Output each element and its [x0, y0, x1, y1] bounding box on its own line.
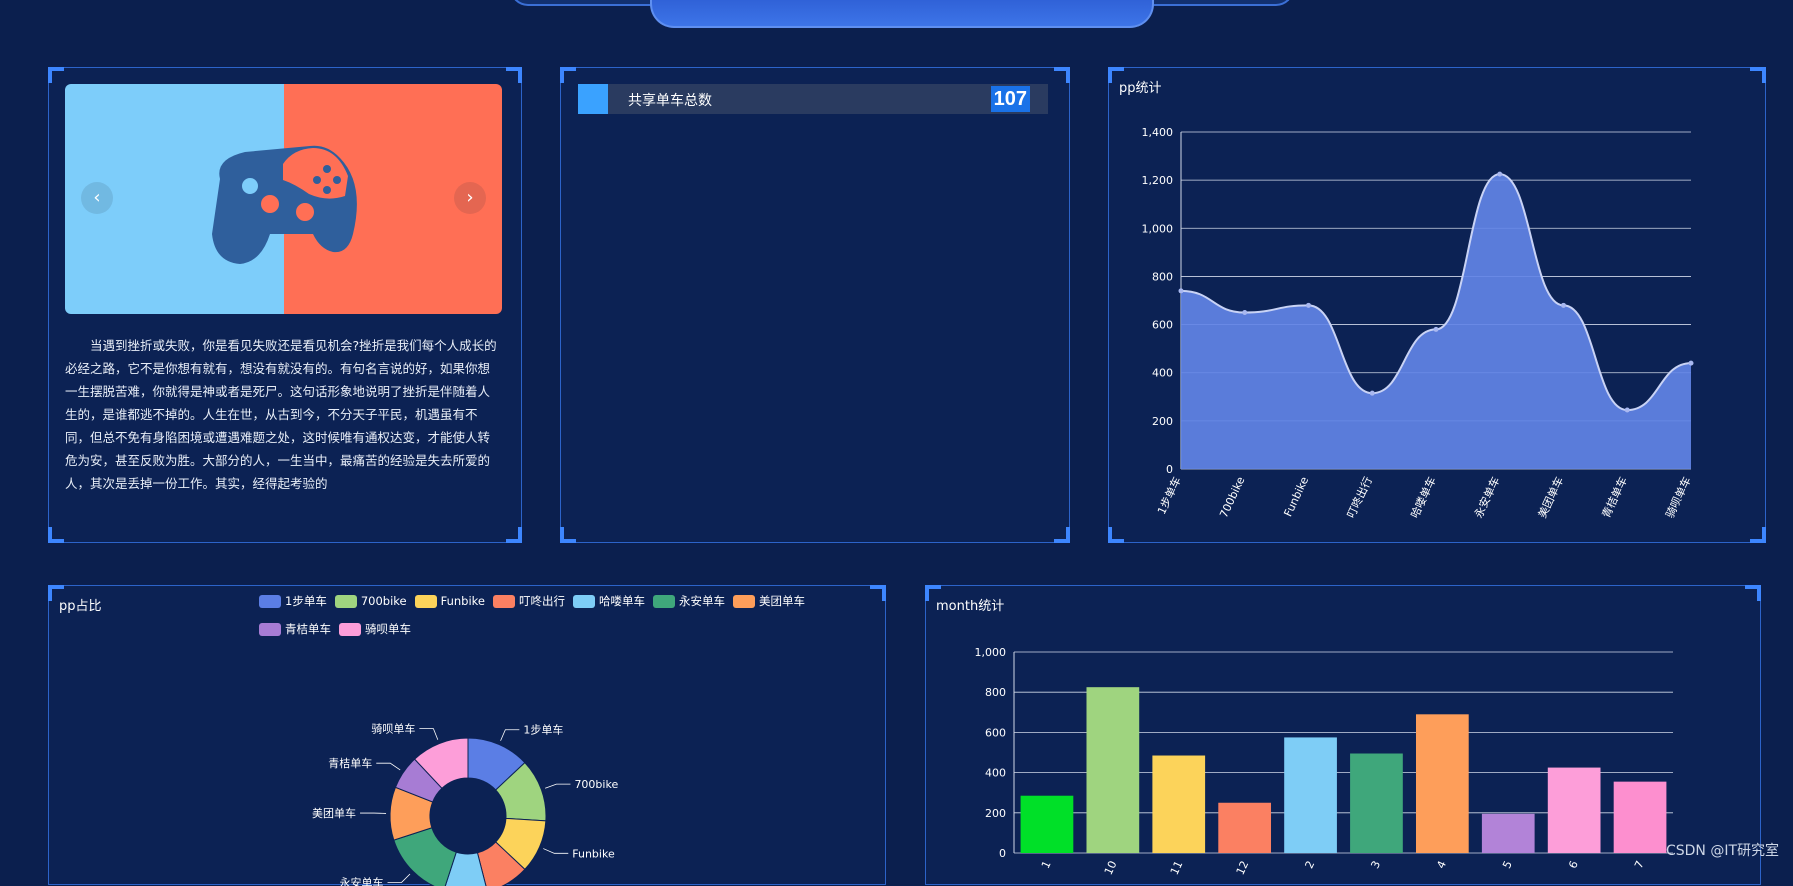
pie-callout-label: 1步单车 — [523, 723, 563, 737]
y-tick-label: 400 — [1152, 367, 1173, 380]
header-title-plate — [650, 0, 1154, 28]
y-tick-label: 800 — [1152, 270, 1173, 283]
callout-line — [501, 730, 520, 741]
x-tick-label: 美团单车 — [1535, 474, 1566, 520]
y-tick-label: 0 — [999, 847, 1006, 860]
pp-pie-chart-panel: pp占比 1步单车700bikeFunbike叮咚出行哈喽单车永安单车美团单车青… — [48, 585, 886, 885]
x-tick-label: 哈喽单车 — [1407, 474, 1438, 520]
x-tick-label: 1步单车 — [1154, 474, 1184, 516]
data-point — [1561, 303, 1566, 308]
x-tick-label: 叮咚出行 — [1344, 474, 1375, 520]
corner-decoration — [560, 67, 576, 83]
y-tick-label: 800 — [985, 686, 1006, 699]
bar — [1218, 803, 1271, 853]
pie-callout-label: 美团单车 — [312, 806, 356, 820]
corner-decoration — [560, 527, 576, 543]
corner-decoration — [48, 527, 64, 543]
y-tick-label: 600 — [985, 726, 1006, 739]
y-tick-label: 200 — [1152, 415, 1173, 428]
x-tick-label: 1 — [1039, 859, 1054, 871]
callout-line — [545, 784, 570, 788]
corner-decoration — [506, 527, 522, 543]
carousel-panel: ‹ › 当遇到挫折或失败，你是看见失败还是看见机会?挫折是我们每个人成长的必经之… — [48, 67, 522, 543]
x-tick-label: 骑呗单车 — [1662, 474, 1693, 520]
pie-callout-label: 青桔单车 — [328, 756, 372, 770]
callout-line — [388, 874, 410, 882]
bar — [1614, 782, 1667, 853]
image-carousel[interactable]: ‹ › — [65, 84, 502, 314]
y-tick-label: 0 — [1166, 463, 1173, 476]
x-tick-label: 永安单车 — [1471, 474, 1502, 520]
x-tick-label: 5 — [1500, 859, 1515, 871]
y-tick-label: 1,000 — [1142, 222, 1174, 235]
x-tick-label: 青桔单车 — [1599, 474, 1630, 520]
pp-pie-chart: 1步单车 700bike Funbike 永安单车 美团单车 青桔单车 骑呗单车 — [49, 586, 887, 886]
data-point — [1497, 172, 1502, 177]
bar — [1350, 754, 1403, 853]
article-text: 当遇到挫折或失败，你是看见失败还是看见机会?挫折是我们每个人成长的必经之路，它不… — [65, 334, 502, 494]
pie-callout-label: Funbike — [572, 847, 615, 860]
stat-value: 107 — [991, 86, 1030, 112]
x-tick-label: Funbike — [1281, 475, 1311, 519]
pp-area-chart: 0 200 400 600 800 1,000 1,200 1,400 1步单车 700bike F… — [1109, 68, 1767, 544]
corner-decoration — [506, 67, 522, 83]
x-tick-label: 3 — [1368, 859, 1383, 871]
bar — [1152, 756, 1205, 853]
bar — [1284, 737, 1337, 853]
bar — [1482, 814, 1535, 853]
data-point — [1370, 391, 1375, 396]
gamepad-illustration — [65, 84, 502, 314]
y-tick-label: 1,400 — [1142, 126, 1174, 139]
month-bar-chart: 02004006008001,0001101112234567 — [926, 586, 1762, 886]
watermark: CSDN @IT研究室 — [1666, 840, 1779, 860]
carousel-prev-button[interactable]: ‹ — [81, 182, 113, 214]
stat-marker-icon — [578, 84, 608, 114]
stat-panel: 共享单车总数 107 — [560, 67, 1070, 543]
callout-line — [543, 849, 568, 854]
bar — [1416, 714, 1469, 853]
y-tick-label: 600 — [1152, 319, 1173, 332]
pie-callout-label: 骑呗单车 — [371, 722, 415, 736]
y-tick-label: 1,200 — [1142, 174, 1174, 187]
x-tick-label: 4 — [1434, 859, 1449, 871]
data-point — [1434, 327, 1439, 332]
y-tick-label: 200 — [985, 807, 1006, 820]
x-tick-label: 6 — [1566, 859, 1581, 871]
bike-total-stat: 共享单车总数 107 — [578, 84, 1048, 114]
x-tick-label: 700bike — [1217, 475, 1247, 520]
stat-label: 共享单车总数 — [628, 90, 712, 110]
y-tick-label: 1,000 — [975, 646, 1007, 659]
data-point — [1242, 310, 1247, 315]
data-point — [1179, 288, 1184, 293]
area-fill — [1181, 174, 1691, 469]
x-tick-label: 2 — [1303, 859, 1318, 871]
corner-decoration — [48, 67, 64, 83]
pie-callout-label: 700bike — [574, 778, 618, 791]
carousel-next-button[interactable]: › — [454, 182, 486, 214]
pp-area-chart-panel: pp统计 02004006008001,0001,2001,4001步单车700… — [1108, 67, 1766, 543]
callout-line — [419, 729, 437, 740]
data-point — [1306, 303, 1311, 308]
data-point — [1689, 361, 1694, 366]
bar — [1548, 768, 1601, 853]
bar — [1086, 687, 1139, 853]
corner-decoration — [1054, 527, 1070, 543]
corner-decoration — [1054, 67, 1070, 83]
bar — [1021, 796, 1074, 853]
data-point — [1625, 408, 1630, 413]
y-tick-label: 400 — [985, 767, 1006, 780]
month-bar-chart-panel: month统计 02004006008001,0001101112234567 — [925, 585, 1761, 885]
callout-line — [376, 763, 400, 770]
x-tick-label: 7 — [1632, 859, 1647, 871]
pie-callout-label: 永安单车 — [340, 875, 384, 886]
carousel-indicators — [233, 302, 341, 314]
